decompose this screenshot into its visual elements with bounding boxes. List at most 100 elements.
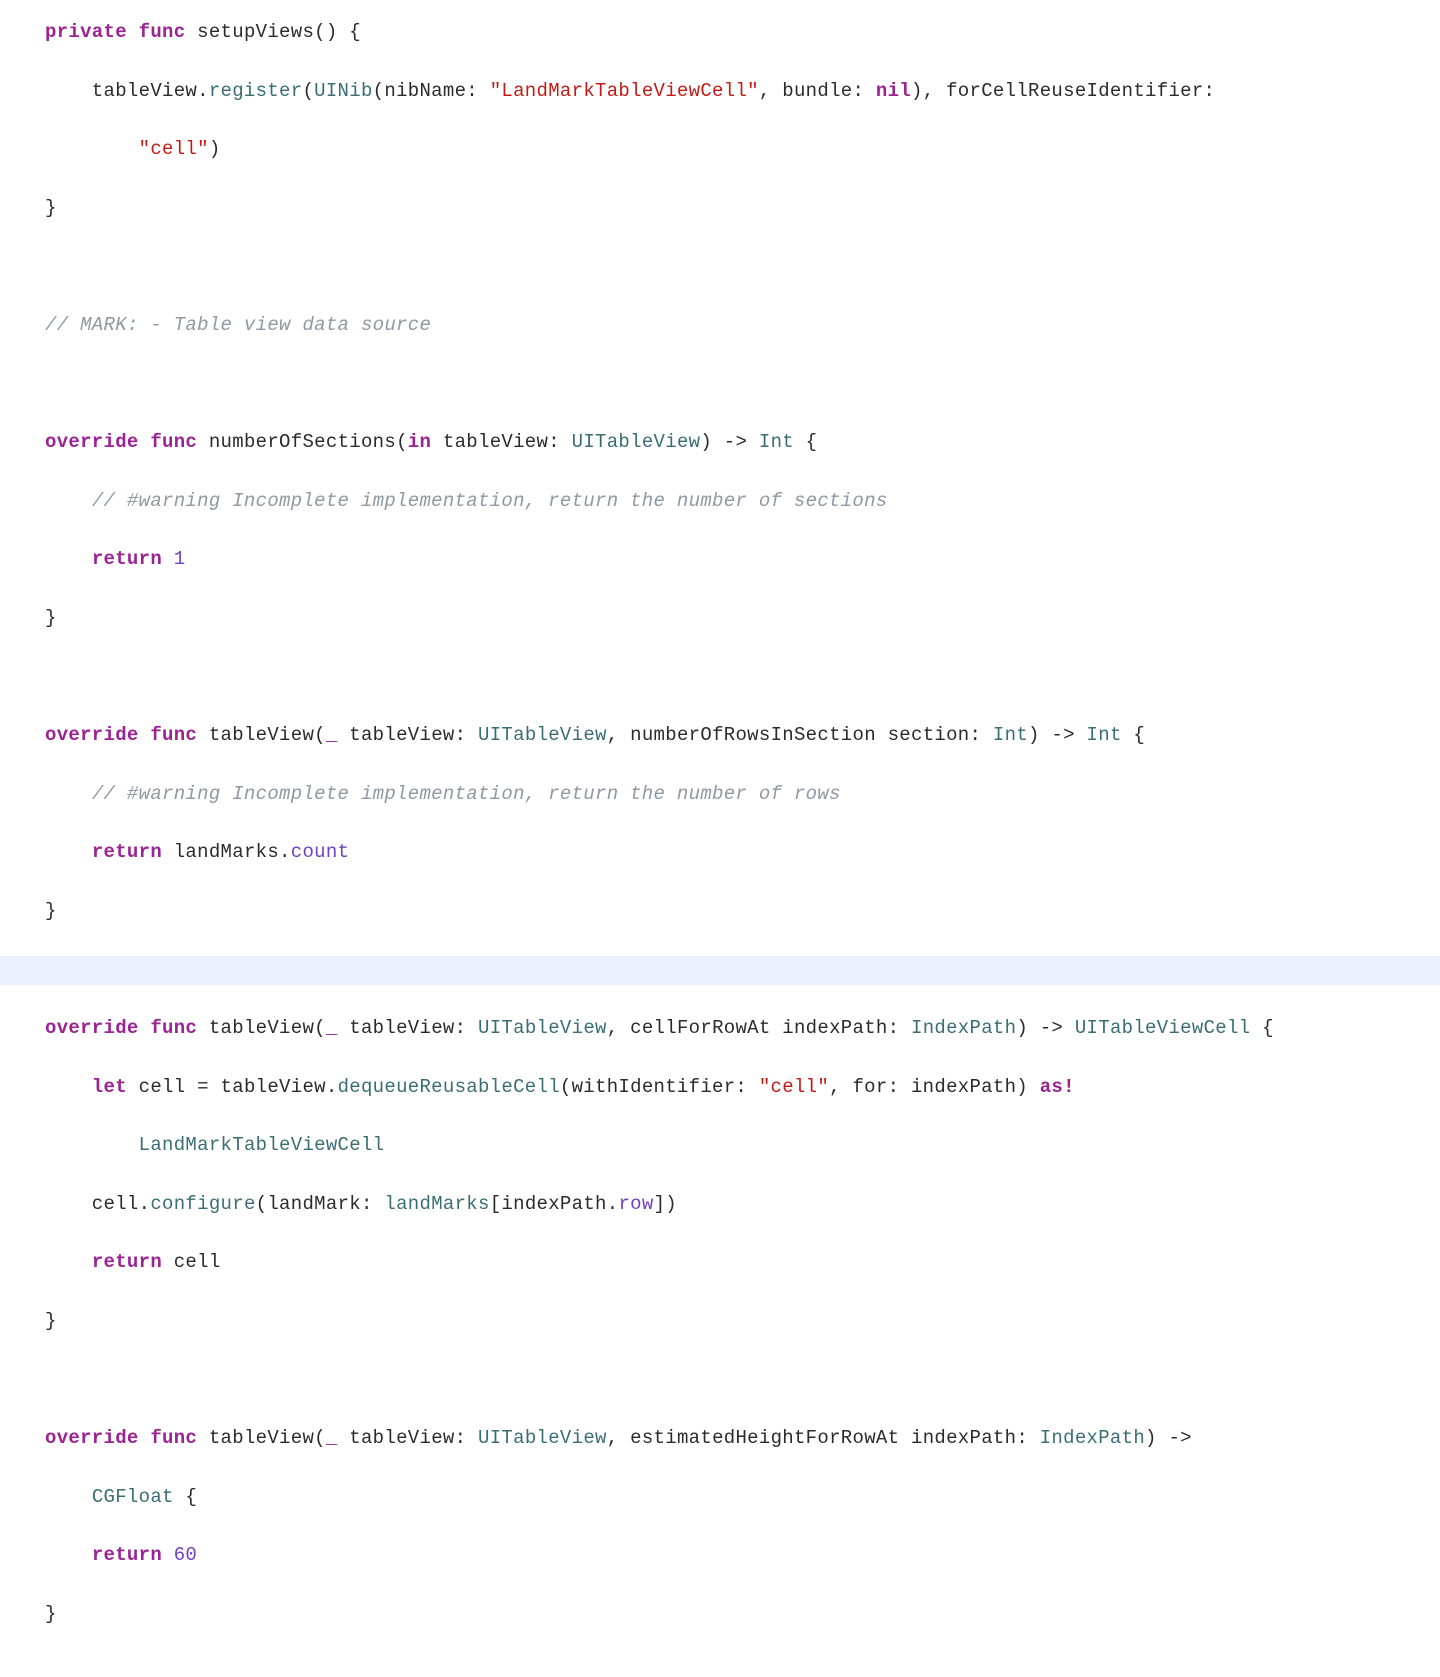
token-comment: // #warning Incomplete implementation, r…: [92, 783, 841, 805]
code-line[interactable]: // #warning Incomplete implementation, r…: [45, 487, 1395, 516]
token-kw: override: [45, 1427, 139, 1449]
token-str: "cell": [759, 1076, 829, 1098]
token-kw: return: [92, 548, 162, 570]
code-line[interactable]: // #warning Incomplete implementation, r…: [45, 780, 1395, 809]
code-line[interactable]: [45, 370, 1395, 399]
code-line[interactable]: private func setupViews() {: [45, 18, 1395, 47]
token-plain: ]): [654, 1193, 677, 1215]
token-plain: tableView(: [197, 1017, 326, 1039]
token-plain: [162, 548, 174, 570]
token-plain: [45, 138, 139, 160]
token-type: Int: [1087, 724, 1122, 746]
token-kw: override: [45, 431, 139, 453]
code-line[interactable]: "cell"): [45, 135, 1395, 164]
code-line[interactable]: override func tableView(_ tableView: UIT…: [45, 1424, 1395, 1453]
code-line[interactable]: return 60: [45, 1541, 1395, 1570]
token-plain: (nibName:: [373, 80, 490, 102]
token-type: CGFloat: [92, 1486, 174, 1508]
code-line[interactable]: }: [45, 1307, 1395, 1336]
token-plain: , bundle:: [759, 80, 876, 102]
token-plain: tableView(: [197, 1427, 326, 1449]
code-line[interactable]: return landMarks.count: [45, 838, 1395, 867]
code-line[interactable]: let cell = tableView.dequeueReusableCell…: [45, 1073, 1395, 1102]
token-kw: _: [326, 724, 338, 746]
token-type: UITableView: [478, 1017, 607, 1039]
token-kw: func: [150, 1427, 197, 1449]
code-line[interactable]: override func tableView(_ tableView: UIT…: [45, 1014, 1395, 1043]
token-plain: ): [209, 138, 221, 160]
token-kw: return: [92, 1251, 162, 1273]
token-call: configure: [150, 1193, 255, 1215]
code-line[interactable]: }: [45, 604, 1395, 633]
code-line[interactable]: }: [45, 897, 1395, 926]
token-type: UITableViewCell: [1075, 1017, 1251, 1039]
token-plain: {: [1250, 1017, 1273, 1039]
code-line[interactable]: // MARK: - Table view data source: [45, 311, 1395, 340]
token-plain: , cellForRowAt indexPath:: [607, 1017, 911, 1039]
token-type: UITableView: [478, 724, 607, 746]
token-plain: ), forCellReuseIdentifier:: [911, 80, 1215, 102]
token-plain: [45, 841, 92, 863]
token-kw: in: [408, 431, 431, 453]
code-editor[interactable]: private func setupViews() { tableView.re…: [0, 0, 1440, 1677]
code-line[interactable]: override func numberOfSections(in tableV…: [45, 428, 1395, 457]
code-line[interactable]: cell.configure(landMark: landMarks[index…: [45, 1190, 1395, 1219]
code-line[interactable]: return 1: [45, 545, 1395, 574]
token-type: LandMarkTableViewCell: [139, 1134, 385, 1156]
token-plain: tableView(: [197, 724, 326, 746]
token-plain: setupViews() {: [185, 21, 361, 43]
code-line[interactable]: tableView.register(UINib(nibName: "LandM…: [45, 77, 1395, 106]
token-plain: {: [1122, 724, 1145, 746]
code-line[interactable]: [45, 663, 1395, 692]
token-plain: [45, 1544, 92, 1566]
token-plain: , estimatedHeightForRowAt indexPath:: [607, 1427, 1040, 1449]
code-line[interactable]: }: [45, 1600, 1395, 1629]
token-str: "cell": [139, 138, 209, 160]
token-type: UITableView: [478, 1427, 607, 1449]
token-plain: [162, 1544, 174, 1566]
token-plain: }: [45, 1603, 57, 1625]
token-kw: let: [92, 1076, 127, 1098]
token-plain: }: [45, 607, 57, 629]
code-line[interactable]: LandMarkTableViewCell: [45, 1131, 1395, 1160]
code-line[interactable]: [45, 252, 1395, 281]
token-plain: numberOfSections(: [197, 431, 408, 453]
token-type: Int: [993, 724, 1028, 746]
token-plain: tableView:: [338, 1427, 478, 1449]
code-line[interactable]: [0, 956, 1440, 985]
token-plain: ) ->: [1145, 1427, 1192, 1449]
token-plain: }: [45, 197, 57, 219]
token-plain: [139, 431, 151, 453]
token-plain: tableView:: [338, 1017, 478, 1039]
token-plain: [45, 1251, 92, 1273]
token-str: "LandMarkTableViewCell": [490, 80, 759, 102]
token-num: 1: [174, 548, 186, 570]
token-kw: func: [150, 724, 197, 746]
token-kw: override: [45, 724, 139, 746]
token-plain: }: [45, 900, 57, 922]
code-line[interactable]: CGFloat {: [45, 1483, 1395, 1512]
token-type: UINib: [314, 80, 373, 102]
code-line[interactable]: }: [45, 194, 1395, 223]
token-plain: [45, 783, 92, 805]
token-plain: [139, 1427, 151, 1449]
token-type: IndexPath: [911, 1017, 1016, 1039]
token-plain: cell: [162, 1251, 221, 1273]
token-plain: , numberOfRowsInSection section:: [607, 724, 993, 746]
token-kw: func: [139, 21, 186, 43]
token-plain: [45, 490, 92, 512]
code-line[interactable]: override func tableView(_ tableView: UIT…: [45, 721, 1395, 750]
token-plain: [139, 724, 151, 746]
token-kw: return: [92, 841, 162, 863]
token-plain: }: [45, 1310, 57, 1332]
code-line[interactable]: return cell: [45, 1248, 1395, 1277]
token-kw: private: [45, 21, 127, 43]
token-kw: _: [326, 1017, 338, 1039]
token-comment: // MARK: - Table view data source: [45, 314, 431, 336]
token-comment: // #warning Incomplete implementation, r…: [92, 490, 888, 512]
token-plain: (withIdentifier:: [560, 1076, 759, 1098]
code-line[interactable]: [45, 1366, 1395, 1395]
token-plain: ) ->: [700, 431, 759, 453]
token-plain: (: [302, 80, 314, 102]
token-num: 60: [174, 1544, 197, 1566]
